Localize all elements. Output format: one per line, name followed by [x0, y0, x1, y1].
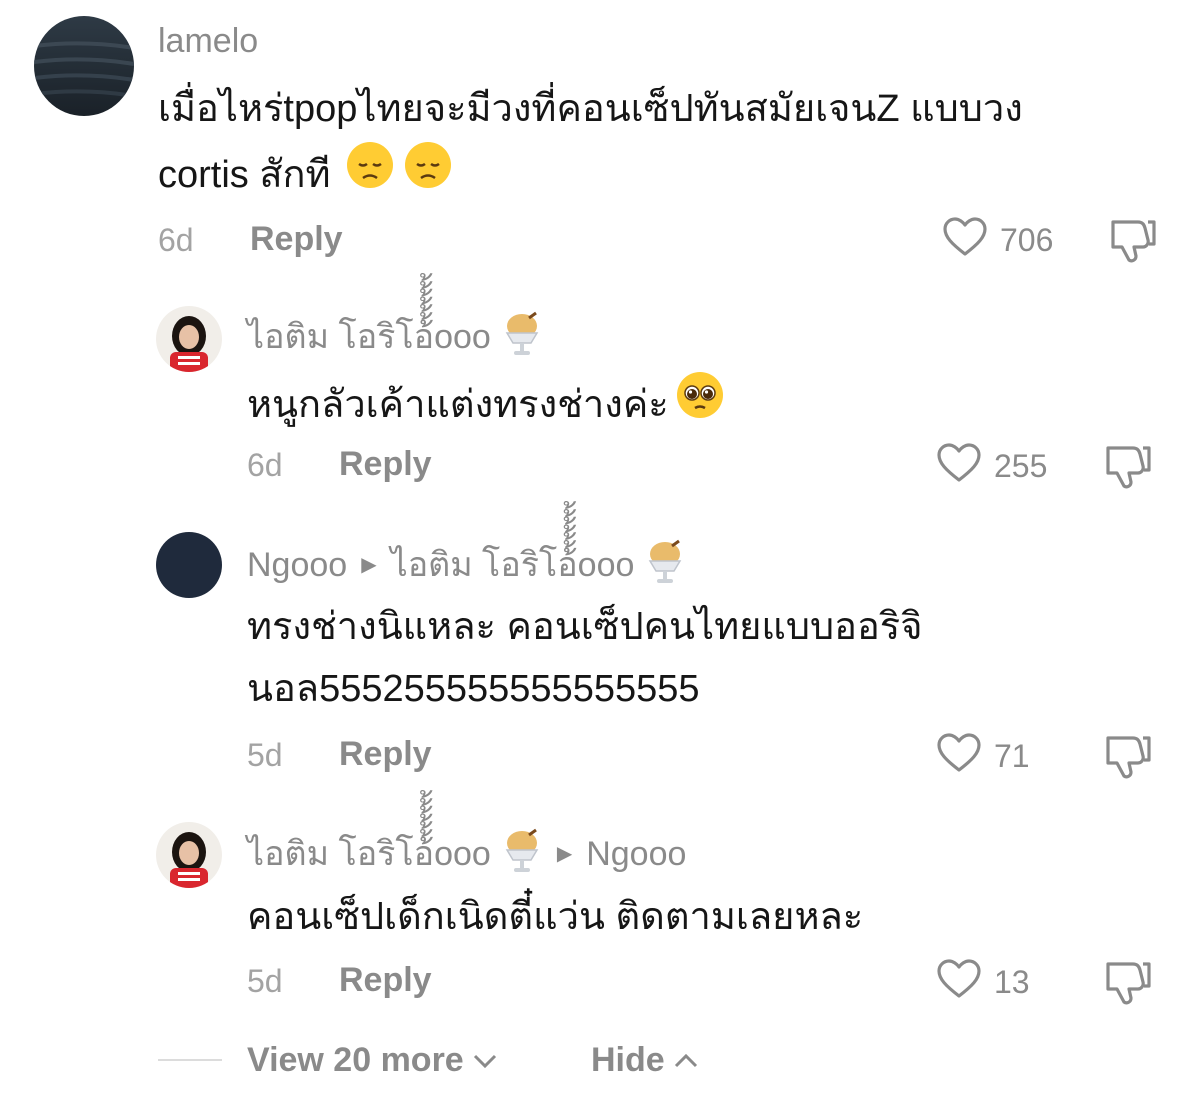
comment-text-line: เมื่อไหร่tpopไทยจะมีวงที่คอนเซ็ปทันสมัยเ…: [158, 88, 1023, 130]
play-arrow-icon: ▶: [556, 843, 573, 865]
reply-button[interactable]: Reply: [339, 737, 432, 771]
hide-button[interactable]: Hide: [591, 1043, 699, 1077]
dislike-button[interactable]: [1103, 442, 1153, 495]
thumbs-down-icon: [1103, 736, 1153, 784]
heart-outline-icon: [936, 442, 982, 489]
like-button[interactable]: 706: [942, 216, 1053, 263]
chevron-down-icon: [472, 1043, 498, 1077]
comment-age: 5d: [247, 963, 283, 999]
like-count: 255: [994, 447, 1048, 484]
like-count: 13: [994, 963, 1030, 1000]
heart-outline-icon: [936, 732, 982, 779]
play-arrow-icon: ▶: [361, 554, 377, 576]
comment-text: เมื่อไหร่tpopไทยจะมีวงที่คอนเซ็ปทันสมัยเ…: [158, 78, 1023, 209]
comment-text-line-2: นอล555255555555555555: [247, 668, 700, 710]
thumbs-down-icon: [1108, 220, 1158, 268]
heart-outline-icon: [942, 216, 988, 263]
ice-cream-icon: [644, 539, 686, 591]
thumbs-down-icon: [1103, 446, 1153, 494]
reply-button[interactable]: Reply: [339, 447, 432, 481]
thumbs-down-icon: [1103, 962, 1153, 1010]
view-more-button[interactable]: View 20 more: [247, 1043, 498, 1077]
disappointed-face-icon: [345, 140, 395, 209]
like-button[interactable]: 255: [936, 442, 1047, 489]
like-count: 706: [1000, 221, 1054, 258]
avatar[interactable]: [156, 306, 222, 372]
heart-outline-icon: [936, 958, 982, 1005]
comment-text-line: คอนเซ็ปเด็กเนิดตี๋แว่น ติดตามเลยหละ: [247, 896, 864, 938]
comment-text-line-2: cortis สักที: [158, 140, 1023, 209]
reply-button[interactable]: Reply: [250, 222, 343, 256]
dislike-button[interactable]: [1108, 216, 1158, 269]
disappointed-face-icon: [403, 140, 453, 209]
reply-to-username[interactable]: ไอติม โอริโอ้้้้้้้ooo: [391, 548, 635, 582]
comment-age: 6d: [158, 222, 194, 258]
reply-button[interactable]: Reply: [339, 963, 432, 997]
like-count: 71: [994, 737, 1030, 774]
comment-age: 5d: [247, 737, 283, 773]
ice-cream-icon: [501, 311, 543, 363]
dislike-button[interactable]: [1103, 732, 1153, 785]
like-button[interactable]: 71: [936, 732, 1030, 779]
avatar[interactable]: [34, 16, 134, 116]
ice-cream-icon: [501, 828, 543, 880]
divider: [158, 1059, 222, 1061]
comment-age: 6d: [247, 447, 283, 483]
chevron-up-icon: [673, 1043, 699, 1077]
comment-username[interactable]: ไอติม โอริโอ้้้้้้้ooo: [247, 311, 543, 363]
like-button[interactable]: 13: [936, 958, 1030, 1005]
comment-text-line: ทรงช่างนิแหละ คอนเซ็ปคนไทยแบบออริจิ: [247, 606, 923, 648]
comment-text: ทรงช่างนิแหละ คอนเซ็ปคนไทยแบบออริจิ นอล5…: [247, 596, 922, 720]
comment-text: หนูกลัวเค้าแต่งทรงช่างค่ะ: [247, 370, 725, 439]
comment-text: คอนเซ็ปเด็กเนิดตี๋แว่น ติดตามเลยหละ: [247, 886, 863, 948]
comment-username[interactable]: Ngooo ▶ ไอติม โอริโอ้้้้้้้ooo: [247, 539, 686, 591]
avatar[interactable]: [156, 532, 222, 598]
comment-username[interactable]: lamelo: [158, 24, 258, 58]
pleading-face-icon: [675, 370, 725, 439]
comment-username[interactable]: ไอติม โอริโอ้้้้้้้ooo ▶ Ngooo: [247, 828, 686, 880]
reply-to-username[interactable]: Ngooo: [586, 837, 686, 871]
dislike-button[interactable]: [1103, 958, 1153, 1011]
avatar[interactable]: [156, 822, 222, 888]
